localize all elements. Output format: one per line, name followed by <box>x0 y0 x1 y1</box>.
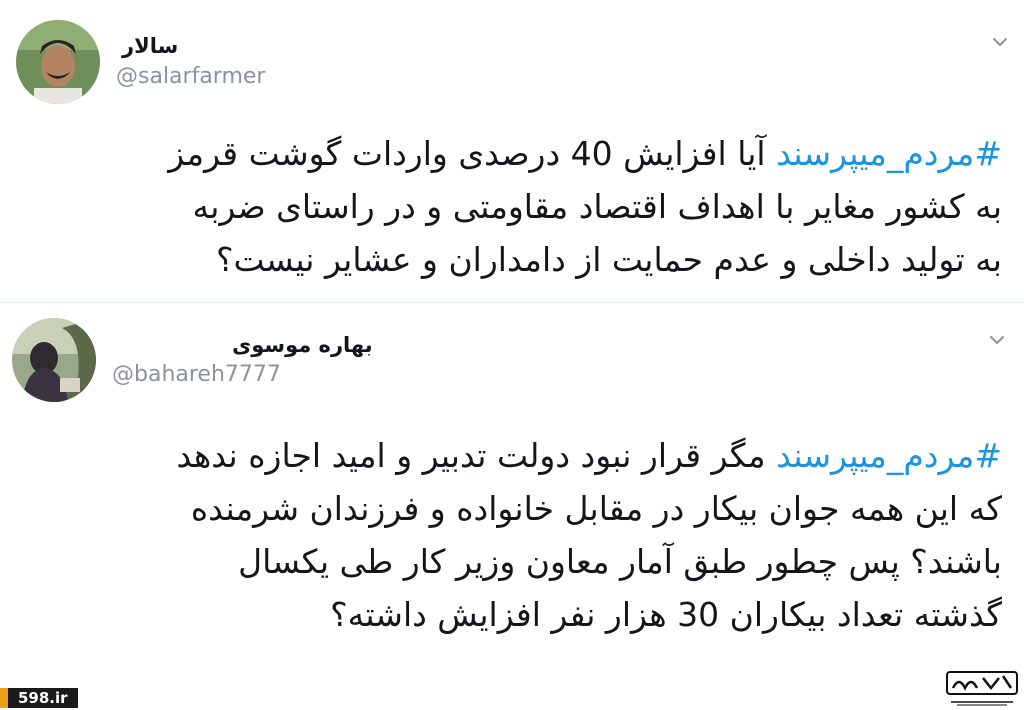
watermark-logo <box>945 668 1019 708</box>
tweet-2: بهاره موسوی @bahareh7777 #مردم_میپرسند م… <box>0 305 1024 665</box>
tweet-line: #مردم_میپرسند آیا افزایش 40 درصدی واردات… <box>168 127 1002 180</box>
tweet-line-text: آیا افزایش 40 درصدی واردات گوشت قرمز <box>168 134 777 173</box>
tweet-line: به تولید داخلی و عدم حمایت از دامداران و… <box>215 240 1002 279</box>
tweet-divider <box>0 302 1024 303</box>
user-handle[interactable]: @bahareh7777 <box>112 362 281 387</box>
tweet-line-text: مگر قرار نبود دولت تدبیر و امید اجازه ند… <box>176 436 777 475</box>
source-badge-text: 598.ir <box>18 689 68 707</box>
tweet-line: به کشور مغایر با اهداف اقتصاد مقاومتی و … <box>192 187 1003 226</box>
tweet-1: سالار @salarfarmer #مردم_میپرسند آیا افز… <box>0 0 1024 300</box>
chevron-down-icon[interactable] <box>985 328 1009 352</box>
tweet-text: #مردم_میپرسند مگر قرار نبود دولت تدبیر و… <box>177 429 1002 641</box>
source-badge: 598.ir <box>0 688 78 708</box>
hashtag-link[interactable]: #مردم_میپرسند <box>776 436 1002 475</box>
avatar-photo <box>16 20 100 104</box>
tweet-line: گذشته تعداد بیکاران 30 هزار نفر افزایش د… <box>330 595 1002 634</box>
tweet-line: که این همه جوان بیکار در مقابل خانواده و… <box>190 489 1002 528</box>
avatar-photo <box>12 318 96 402</box>
user-handle[interactable]: @salarfarmer <box>116 64 265 89</box>
display-name[interactable]: بهاره موسوی <box>232 333 373 357</box>
hashtag-link[interactable]: #مردم_میپرسند <box>776 134 1002 173</box>
tweet-line: باشند؟ پس چطور طبق آمار معاون وزیر کار ط… <box>238 542 1002 581</box>
display-name[interactable]: سالار <box>122 34 178 58</box>
avatar[interactable] <box>16 20 100 104</box>
tweet-line: #مردم_میپرسند مگر قرار نبود دولت تدبیر و… <box>177 429 1002 482</box>
tweet-text: #مردم_میپرسند آیا افزایش 40 درصدی واردات… <box>168 127 1002 286</box>
tweet-screenshot: سالار @salarfarmer #مردم_میپرسند آیا افز… <box>0 0 1024 710</box>
chevron-down-icon[interactable] <box>988 30 1012 54</box>
avatar[interactable] <box>12 318 96 402</box>
badge-accent <box>0 688 8 708</box>
